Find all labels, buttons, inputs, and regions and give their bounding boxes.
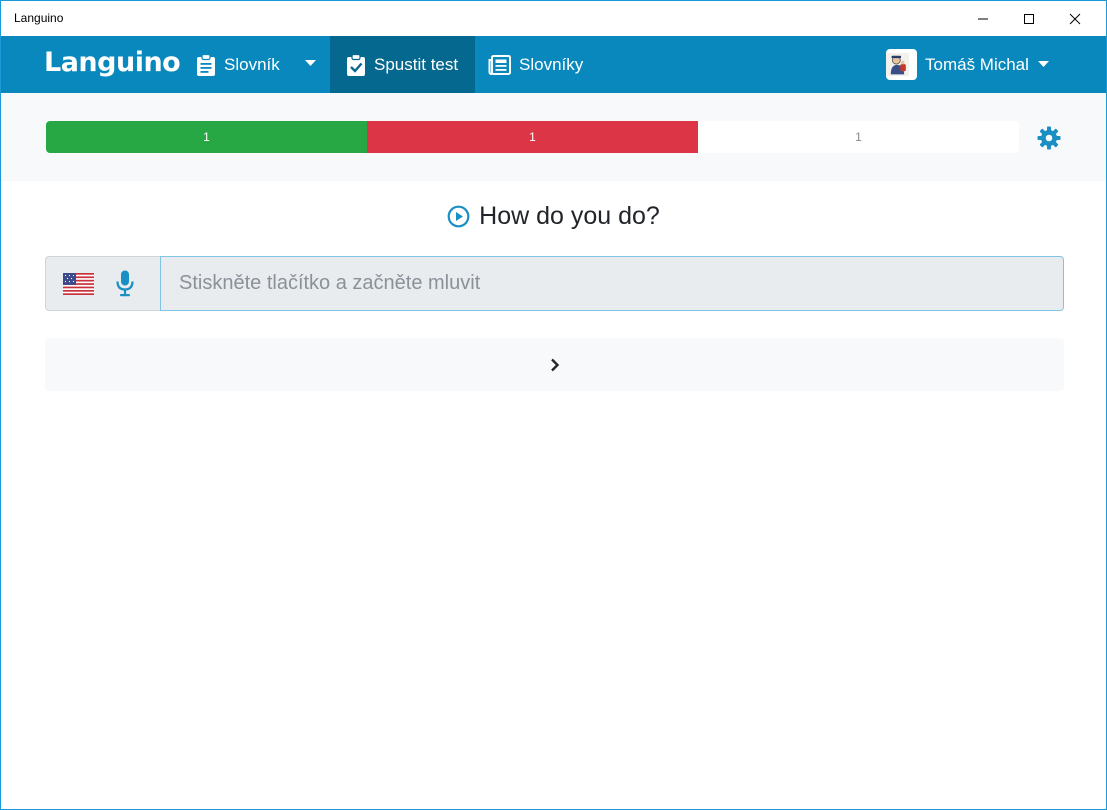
avatar-image (886, 53, 909, 76)
play-circle-icon[interactable] (447, 205, 470, 228)
nav-item-slovniky[interactable]: Slovníky (488, 36, 583, 93)
maximize-icon (1024, 13, 1034, 24)
clipboard-check-icon (347, 53, 365, 76)
nav-label-slovniky: Slovníky (519, 54, 584, 74)
app-window: Languino Languino Slovník Spustit test S… (0, 0, 1107, 810)
progress-remaining: 1 (698, 121, 1019, 153)
nav-label-slovnik: Slovník (224, 54, 280, 74)
next-button[interactable] (45, 338, 1064, 391)
user-menu[interactable]: Tomáš Michal (886, 36, 1057, 93)
close-icon (1069, 13, 1081, 24)
nav-label-spustit-test: Spustit test (374, 54, 459, 74)
progress-bar: 1 1 1 (46, 121, 1019, 153)
chevron-down-icon[interactable] (305, 60, 316, 67)
minimize-icon (978, 18, 988, 19)
nav-item-slovnik[interactable]: Slovník (196, 36, 280, 93)
brand-logo[interactable]: Languino (44, 47, 181, 78)
answer-input[interactable] (160, 256, 1064, 311)
microphone-icon[interactable] (116, 270, 134, 297)
user-name: Tomáš Michal (925, 54, 1029, 74)
question-text: How do you do? (479, 201, 660, 230)
chevron-right-icon (550, 358, 559, 371)
newspaper-icon (488, 54, 511, 75)
us-flag-icon[interactable] (63, 272, 94, 295)
progress-wrong: 1 (367, 121, 698, 153)
progress-section: 1 1 1 (1, 93, 1106, 181)
chevron-down-icon (1037, 61, 1049, 67)
question-row: How do you do? (1, 199, 1106, 233)
title-bar: Languino (1, 1, 1106, 36)
gear-icon[interactable] (1037, 126, 1061, 150)
maximize-button[interactable] (1006, 1, 1052, 36)
window-title: Languino (14, 11, 64, 25)
nav-item-spustit-test[interactable]: Spustit test (330, 36, 475, 93)
input-addon (45, 256, 160, 311)
clipboard-icon (197, 53, 215, 76)
progress-correct: 1 (46, 121, 367, 153)
avatar (886, 49, 917, 80)
close-button[interactable] (1052, 1, 1098, 36)
minimize-button[interactable] (960, 1, 1006, 36)
answer-input-group (45, 256, 1064, 311)
navbar: Languino Slovník Spustit test Slovníky T… (1, 36, 1106, 93)
